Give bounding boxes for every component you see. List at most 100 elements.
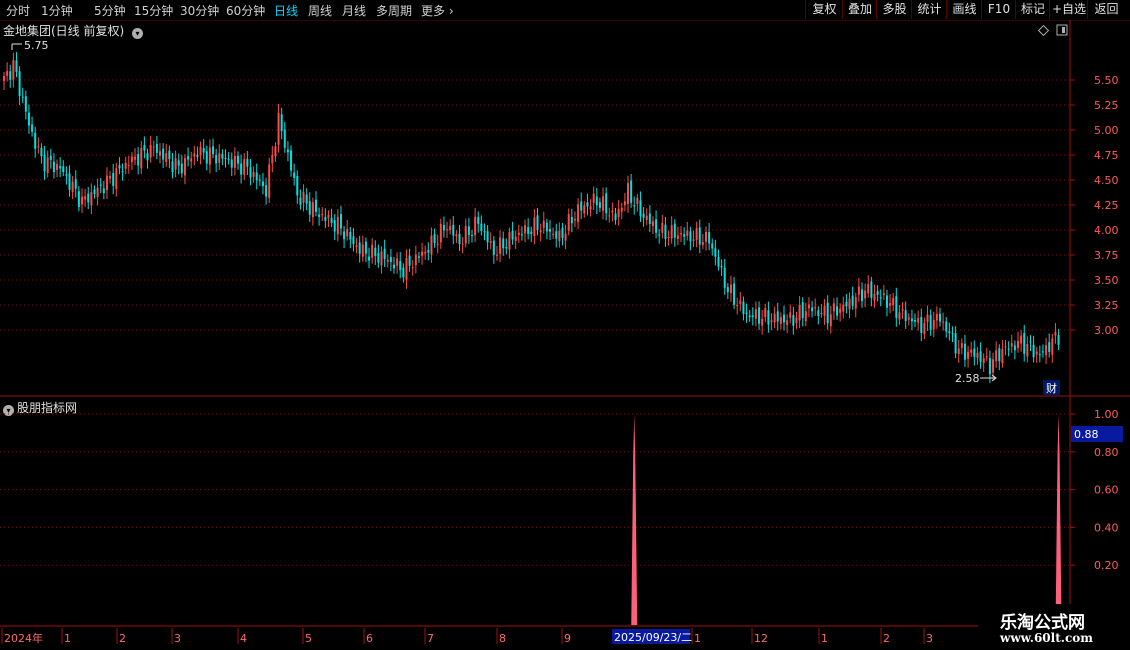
candle <box>951 326 954 342</box>
candle <box>1048 333 1051 358</box>
candle <box>477 211 480 233</box>
candle <box>436 234 439 254</box>
candle <box>985 347 988 361</box>
candle <box>149 135 152 163</box>
period-15min[interactable]: 15分钟 <box>134 2 173 19</box>
candle <box>439 218 442 249</box>
high-price-label: 5.75 <box>24 39 49 52</box>
period-more[interactable]: 更多 › <box>421 2 454 19</box>
candle <box>611 202 614 222</box>
candle <box>59 157 62 178</box>
candle <box>726 283 729 299</box>
candle <box>907 313 910 326</box>
candle <box>561 222 564 246</box>
candle <box>199 141 202 165</box>
period-weekly[interactable]: 周线 <box>308 2 332 19</box>
candle <box>330 208 333 228</box>
candle <box>517 224 520 243</box>
restore-rights-button[interactable]: 复权 <box>805 0 843 19</box>
price-tick-label: 3.25 <box>1094 299 1119 312</box>
candle <box>845 294 848 314</box>
overlay-button[interactable]: 叠加 <box>842 0 877 19</box>
period-multi[interactable]: 多周期 <box>376 2 412 19</box>
window-toggle-icon[interactable] <box>1056 24 1068 36</box>
candle <box>754 301 757 327</box>
candle <box>1020 330 1023 352</box>
candle <box>93 185 96 199</box>
candle <box>645 208 648 226</box>
chevron-down-icon[interactable]: ▾ <box>132 28 144 39</box>
period-daily[interactable]: 日线 <box>274 2 298 19</box>
price-tick-label: 4.00 <box>1094 224 1119 237</box>
chevron-down-icon[interactable]: ▾ <box>3 405 14 416</box>
add-watchlist-button[interactable]: +自选 <box>1049 0 1088 19</box>
date-label: 1 <box>64 632 71 645</box>
candle <box>670 216 673 244</box>
candle <box>486 225 489 250</box>
mark-button[interactable]: 标记 <box>1015 0 1050 19</box>
candle <box>608 207 611 223</box>
candle <box>901 302 904 319</box>
candle <box>371 238 374 264</box>
candle <box>592 186 595 210</box>
candle <box>942 312 945 331</box>
candle <box>733 277 736 310</box>
candle <box>502 231 505 256</box>
candle <box>914 313 917 328</box>
candle <box>396 252 399 274</box>
candle <box>711 238 714 256</box>
candle <box>620 202 623 220</box>
candle <box>311 197 314 226</box>
statistics-button[interactable]: 统计 <box>911 0 947 19</box>
candle <box>836 297 839 321</box>
candle <box>143 136 146 159</box>
candle <box>43 145 46 180</box>
candle <box>474 207 477 243</box>
candle <box>399 252 402 279</box>
date-label: 2 <box>883 632 890 645</box>
diamond-icon[interactable] <box>1037 24 1050 37</box>
finance-badge[interactable] <box>1043 380 1060 395</box>
chevron-right-icon: › <box>448 4 454 18</box>
candle <box>12 52 15 88</box>
candle <box>673 219 676 247</box>
candle <box>573 211 576 228</box>
draw-line-button[interactable]: 画线 <box>946 0 982 19</box>
date-label: 5 <box>305 632 312 645</box>
period-5min[interactable]: 5分钟 <box>94 2 126 19</box>
candle <box>196 146 199 162</box>
candle <box>963 334 966 367</box>
candle <box>577 198 580 230</box>
period-intraday[interactable]: 分时 <box>6 2 30 19</box>
candle <box>205 145 208 171</box>
candle <box>873 284 876 308</box>
candle <box>792 306 795 335</box>
candle <box>973 340 976 366</box>
candle <box>333 214 336 241</box>
multi-stock-button[interactable]: 多股 <box>876 0 912 19</box>
price-tick-label: 3.50 <box>1094 274 1119 287</box>
candle <box>383 239 386 267</box>
period-60min[interactable]: 60分钟 <box>226 2 265 19</box>
period-1min[interactable]: 1分钟 <box>41 2 73 19</box>
candle <box>602 187 605 220</box>
candle <box>1041 344 1044 358</box>
candle <box>146 148 149 169</box>
f10-button[interactable]: F10 <box>981 0 1016 19</box>
candle <box>252 166 255 183</box>
candle <box>87 187 90 210</box>
candle <box>954 326 957 359</box>
main-chart-header: 金地集团(日线 前复权) ▾ <box>3 22 146 39</box>
candle <box>224 149 227 168</box>
back-button[interactable]: 返回 <box>1087 0 1125 19</box>
candle <box>948 322 951 341</box>
candle <box>299 189 302 210</box>
period-30min[interactable]: 30分钟 <box>180 2 219 19</box>
candle <box>277 103 280 153</box>
candle <box>630 173 633 208</box>
candle <box>530 226 533 242</box>
candle <box>90 183 93 215</box>
period-monthly[interactable]: 月线 <box>342 2 366 19</box>
candle <box>605 187 608 221</box>
date-label: 3 <box>926 632 933 645</box>
